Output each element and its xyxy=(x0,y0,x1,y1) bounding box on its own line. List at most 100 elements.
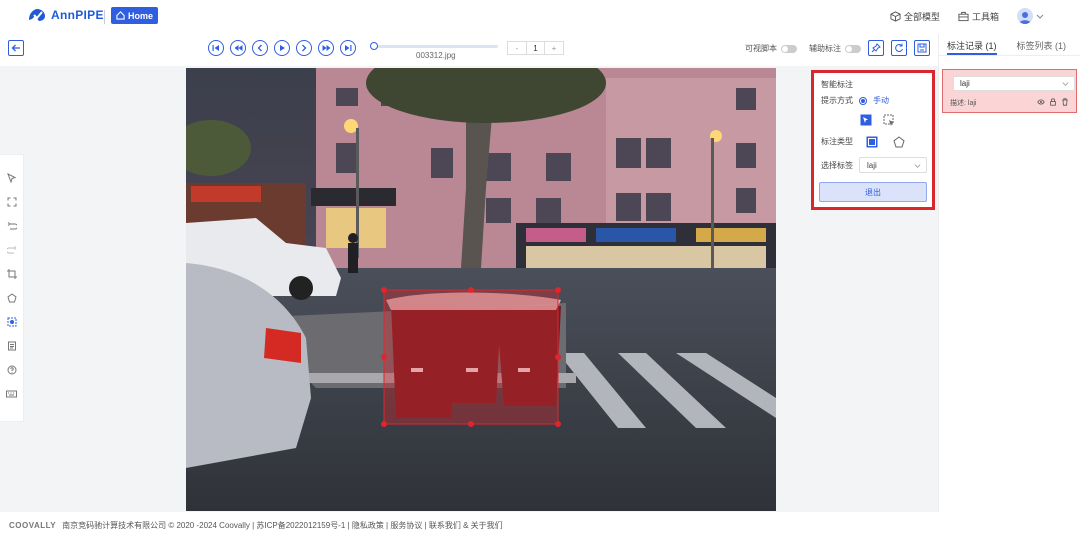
smart-annotation-panel: 智能标注 提示方式 手动 标注类型 选择标签 laji 退出 xyxy=(811,70,935,210)
tab-annotation-records[interactable]: 标注记录 (1) xyxy=(947,39,997,55)
annotation-record[interactable]: laji 描述: laji xyxy=(942,69,1077,113)
back-button[interactable] xyxy=(8,40,24,56)
box-prompt-button[interactable] xyxy=(882,113,895,126)
slider-knob[interactable] xyxy=(370,42,378,50)
lock-icon[interactable] xyxy=(1049,98,1057,106)
footer-brand: COOVALLY xyxy=(9,520,57,530)
prev-button[interactable] xyxy=(252,40,268,56)
eye-icon[interactable] xyxy=(1037,98,1045,106)
fast-forward-icon xyxy=(322,45,330,51)
undo-icon xyxy=(7,222,17,230)
page-next-button[interactable]: + xyxy=(545,42,563,54)
skip-start-icon xyxy=(212,45,219,51)
fast-forward-button[interactable] xyxy=(318,40,334,56)
smart-tool[interactable] xyxy=(5,315,19,329)
polygon-tool[interactable] xyxy=(5,291,19,305)
chevron-down-icon xyxy=(914,163,921,168)
magic-select-icon xyxy=(7,317,16,327)
logo-icon xyxy=(29,9,45,21)
pointer-icon xyxy=(6,173,16,183)
label-select-value: laji xyxy=(867,160,877,170)
record-label-value: laji xyxy=(960,79,970,88)
document-tool[interactable] xyxy=(5,339,19,353)
pin-icon xyxy=(871,43,881,53)
record-label-select[interactable]: laji xyxy=(953,76,1075,91)
trash-icon[interactable] xyxy=(1061,98,1069,106)
annotation-image[interactable] xyxy=(186,68,776,511)
page-number-input[interactable]: 1 xyxy=(526,42,545,54)
polygon-type-button[interactable] xyxy=(892,135,905,148)
tab-label-list[interactable]: 标签列表 (1) xyxy=(1017,39,1067,55)
rewind-icon xyxy=(234,45,242,51)
redo-icon xyxy=(6,246,16,254)
pin-button[interactable] xyxy=(868,40,884,56)
top-bar: AnnPIPE Home 全部模型 工具箱 xyxy=(0,0,1080,34)
toolbox-label: 工具箱 xyxy=(971,11,999,22)
chevron-down-icon xyxy=(1062,82,1069,86)
crop-tool[interactable] xyxy=(5,267,19,281)
toolbox-icon xyxy=(958,11,969,21)
app-logo[interactable]: AnnPIPE xyxy=(27,7,104,23)
prompt-mode-value[interactable]: 手动 xyxy=(873,95,889,106)
frame-slider[interactable] xyxy=(370,42,498,50)
select-label-label: 选择标签 xyxy=(821,160,853,170)
user-icon xyxy=(1019,12,1031,24)
save-button[interactable] xyxy=(914,40,930,56)
filename: 003312.jpg xyxy=(416,51,456,60)
last-frame-button[interactable] xyxy=(340,40,356,56)
redo-tool[interactable] xyxy=(5,243,19,257)
refresh-button[interactable] xyxy=(891,40,907,56)
exit-button[interactable]: 退出 xyxy=(819,182,927,202)
divider xyxy=(104,10,105,24)
page-stepper[interactable]: - 1 + xyxy=(507,41,564,55)
cursor-box-icon xyxy=(860,114,871,125)
logo-text: AnnPIPE xyxy=(51,8,104,22)
help-tool[interactable] xyxy=(5,363,19,377)
label-select[interactable]: laji xyxy=(859,157,927,173)
footer: COOVALLY 南京竞码驰计算技术有限公司 © 2020 -2024 Coov… xyxy=(0,512,1080,538)
page-prev-button[interactable]: - xyxy=(508,42,526,54)
home-icon xyxy=(116,11,125,20)
first-frame-button[interactable] xyxy=(208,40,224,56)
document-icon xyxy=(7,341,16,351)
pentagon-icon xyxy=(6,293,17,303)
fit-tool[interactable] xyxy=(5,195,19,209)
assist-annotation-toggle[interactable]: 辅助标注 xyxy=(809,43,861,54)
visible-script-label: 可视脚本 xyxy=(745,44,777,53)
visible-script-switch[interactable] xyxy=(781,44,797,53)
save-icon xyxy=(917,43,927,53)
pentagon-icon xyxy=(892,135,905,147)
chevron-right-icon xyxy=(302,44,307,52)
keyboard-tool[interactable] xyxy=(5,387,19,401)
next-button[interactable] xyxy=(296,40,312,56)
left-toolbar xyxy=(0,154,24,422)
refresh-icon xyxy=(895,43,903,53)
rect-type-button[interactable] xyxy=(865,135,878,148)
fullscreen-icon xyxy=(7,197,16,207)
chevron-left-icon xyxy=(257,44,262,52)
keyboard-icon xyxy=(6,390,17,398)
undo-tool[interactable] xyxy=(5,219,19,233)
right-sidebar: 标注记录 (1) 标签列表 (1) laji 描述: laji xyxy=(938,34,1080,512)
toolbox-button[interactable]: 工具箱 xyxy=(958,10,999,23)
assist-annotation-label: 辅助标注 xyxy=(809,44,841,53)
chevron-down-icon xyxy=(1036,14,1044,19)
visible-script-toggle[interactable]: 可视脚本 xyxy=(745,43,797,54)
footer-text: 南京竞码驰计算技术有限公司 © 2020 -2024 Coovally | 苏I… xyxy=(62,520,503,530)
home-button[interactable]: Home xyxy=(111,7,159,24)
arrow-left-icon xyxy=(11,44,20,52)
select-tool[interactable] xyxy=(5,171,19,185)
user-menu[interactable] xyxy=(1017,8,1044,24)
point-prompt-button[interactable] xyxy=(859,113,872,126)
all-models-label: 全部模型 xyxy=(903,11,940,22)
prompt-mode-radio[interactable] xyxy=(859,96,867,105)
all-models-button[interactable]: 全部模型 xyxy=(890,10,940,23)
assist-annotation-switch[interactable] xyxy=(845,44,861,53)
play-button[interactable] xyxy=(274,40,290,56)
help-icon xyxy=(7,365,16,375)
rectangle-icon xyxy=(866,136,877,147)
rewind-button[interactable] xyxy=(230,40,246,56)
skip-end-icon xyxy=(345,45,352,51)
prompt-mode-label: 提示方式 xyxy=(821,96,853,105)
box-cursor-icon xyxy=(883,114,894,126)
